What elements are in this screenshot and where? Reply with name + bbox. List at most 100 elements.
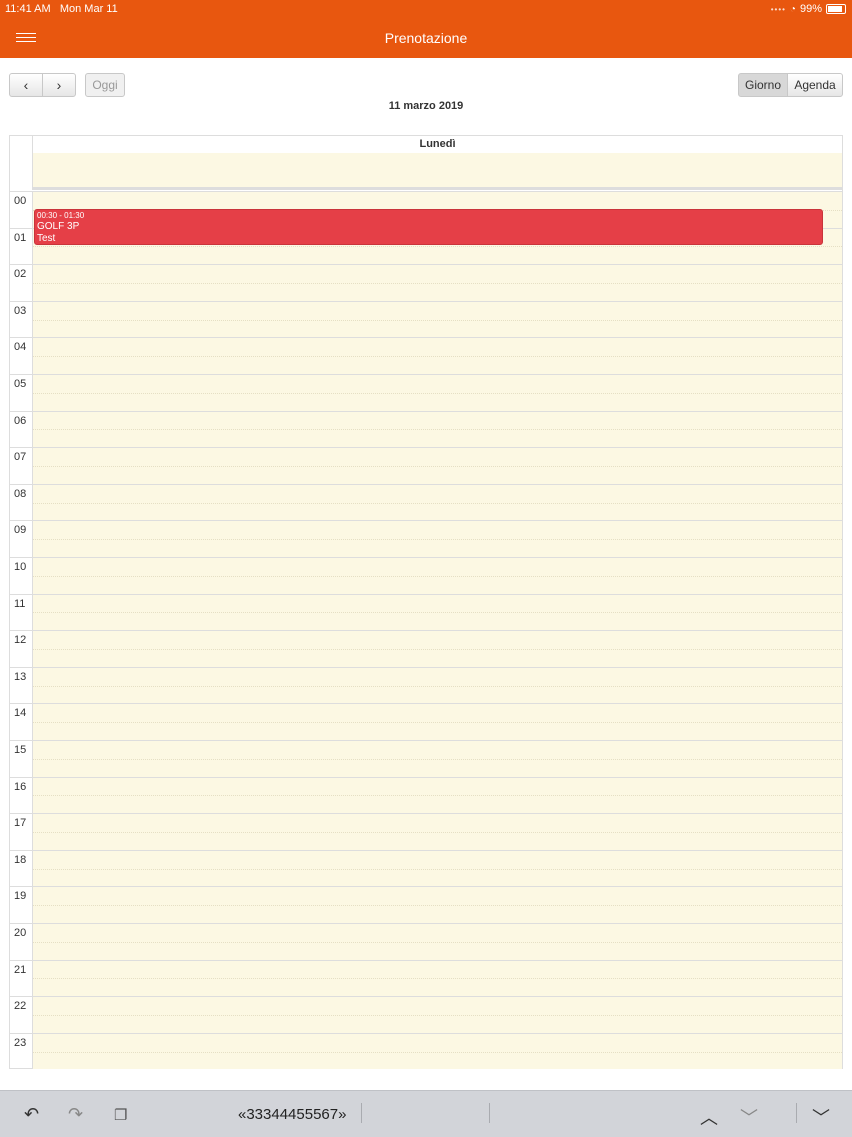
redo-icon[interactable]: ↷: [68, 1104, 83, 1125]
status-bar: 11:41 AM Mon Mar 11 •••• ◔ 99%: [0, 0, 852, 18]
hour-label: 15: [10, 740, 32, 777]
hour-label: 13: [10, 666, 32, 704]
nav-bar: Prenotazione: [0, 18, 852, 58]
hour-label: 05: [10, 374, 32, 411]
day-view-button[interactable]: Giorno: [738, 73, 788, 97]
time-grid: 00 01 02 03 04 05 06 07 08 09 10 11 12 13 14 15 16 17 18 19…: [10, 191, 842, 1070]
date-title: 11 marzo 2019: [388, 100, 464, 112]
hour-row: 02: [10, 264, 842, 301]
time-slot[interactable]: [32, 703, 842, 740]
hour-row: 05: [10, 374, 842, 411]
calendar-event[interactable]: 00:30 - 01:30 GOLF 3P Test: [34, 209, 823, 245]
paste-icon[interactable]: ❐: [114, 1106, 127, 1124]
hour-row: 03: [10, 300, 842, 338]
divider: [489, 1103, 490, 1123]
undo-icon[interactable]: ↶: [24, 1104, 39, 1125]
time-slot[interactable]: [32, 374, 842, 411]
hour-row: 08: [10, 483, 842, 521]
agenda-view-button[interactable]: Agenda: [787, 73, 843, 97]
hour-row: 04: [10, 337, 842, 374]
divider: [361, 1103, 362, 1123]
time-slot[interactable]: [32, 1032, 842, 1070]
hour-row: 16: [10, 776, 842, 814]
time-slot[interactable]: [32, 630, 842, 667]
hour-row: 14: [10, 703, 842, 740]
hour-row: 23: [10, 1032, 842, 1070]
hour-label: 07: [10, 447, 32, 484]
hour-label: 18: [10, 849, 32, 887]
hour-label: 23: [10, 1032, 32, 1070]
battery-icon: [826, 4, 846, 14]
battery-percent: 99%: [799, 3, 822, 15]
time-slot[interactable]: [32, 300, 842, 338]
hour-row: 19: [10, 886, 842, 923]
time-slot[interactable]: [32, 776, 842, 814]
event-note: Test: [37, 233, 56, 244]
hour-label: 16: [10, 776, 32, 814]
page-title: Prenotazione: [384, 30, 468, 46]
hour-label: 22: [10, 996, 32, 1033]
hour-row: 12: [10, 630, 842, 667]
day-header: Lunedì: [32, 136, 842, 154]
hour-label: 08: [10, 483, 32, 521]
time-slot[interactable]: [32, 740, 842, 777]
hour-label: 00: [10, 191, 32, 228]
chevron-right-icon: ›: [56, 77, 62, 93]
hour-row: 13: [10, 666, 842, 704]
hour-label: 03: [10, 300, 32, 338]
hour-row: 06: [10, 410, 842, 448]
hour-row: 15: [10, 740, 842, 777]
hour-label: 12: [10, 630, 32, 667]
status-time: 11:41 AM Mon Mar 11: [5, 3, 118, 15]
hour-label: 02: [10, 264, 32, 301]
signal-icon: ••••: [770, 4, 786, 14]
status-right: •••• ◔ 99%: [771, 3, 846, 15]
hour-label: 19: [10, 886, 32, 923]
hour-row: 21: [10, 959, 842, 997]
hour-label: 09: [10, 520, 32, 557]
hour-label: 21: [10, 959, 32, 997]
time-slot[interactable]: [32, 410, 842, 448]
hour-label: 20: [10, 923, 32, 960]
time-slot[interactable]: [32, 849, 842, 887]
chevron-left-icon: ‹: [23, 77, 29, 93]
time-slot[interactable]: [32, 593, 842, 631]
hour-row: 10: [10, 557, 842, 594]
hour-row: 20: [10, 923, 842, 960]
time-slot[interactable]: [32, 923, 842, 960]
event-time: 00:30 - 01:30: [37, 211, 85, 220]
time-slot[interactable]: [32, 483, 842, 521]
next-button[interactable]: ›: [42, 73, 76, 97]
hour-label: 11: [10, 593, 32, 631]
time-slot[interactable]: [32, 996, 842, 1033]
time-slot[interactable]: [32, 447, 842, 484]
hour-label: 04: [10, 337, 32, 374]
day-calendar: Lunedì 00 01 02 03 04 05 06 07 08 09 10 11 12 13 14 15 1…: [9, 135, 843, 1070]
all-day-slot[interactable]: [32, 153, 842, 190]
time-slot[interactable]: [32, 886, 842, 923]
time-slot[interactable]: [32, 959, 842, 997]
keyboard-dismiss-icon[interactable]: ﹀: [812, 1104, 830, 1130]
hour-row: 17: [10, 813, 842, 850]
time-slot[interactable]: [32, 813, 842, 850]
hour-label: 14: [10, 703, 32, 740]
hour-label: 01: [10, 227, 32, 265]
time-slot[interactable]: [32, 557, 842, 594]
hour-row: 18: [10, 849, 842, 887]
autocomplete-suggestion[interactable]: «33344455567»: [238, 1106, 346, 1123]
hour-label: 10: [10, 557, 32, 594]
prev-button[interactable]: ‹: [9, 73, 43, 97]
wifi-icon: ◔: [789, 3, 796, 15]
calendar-toolbar: ‹ › Oggi Giorno Agenda: [9, 73, 843, 99]
time-slot[interactable]: [32, 337, 842, 374]
hour-row: 09: [10, 520, 842, 557]
time-slot[interactable]: [32, 520, 842, 557]
hour-row: 22: [10, 996, 842, 1033]
chevron-down-icon[interactable]: ﹀: [740, 1104, 758, 1130]
hour-label: 06: [10, 410, 32, 448]
time-slot[interactable]: [32, 264, 842, 301]
time-slot[interactable]: [32, 666, 842, 704]
chevron-up-icon[interactable]: ︿: [700, 1104, 718, 1130]
today-button[interactable]: Oggi: [85, 73, 125, 97]
hour-row: 11: [10, 593, 842, 631]
